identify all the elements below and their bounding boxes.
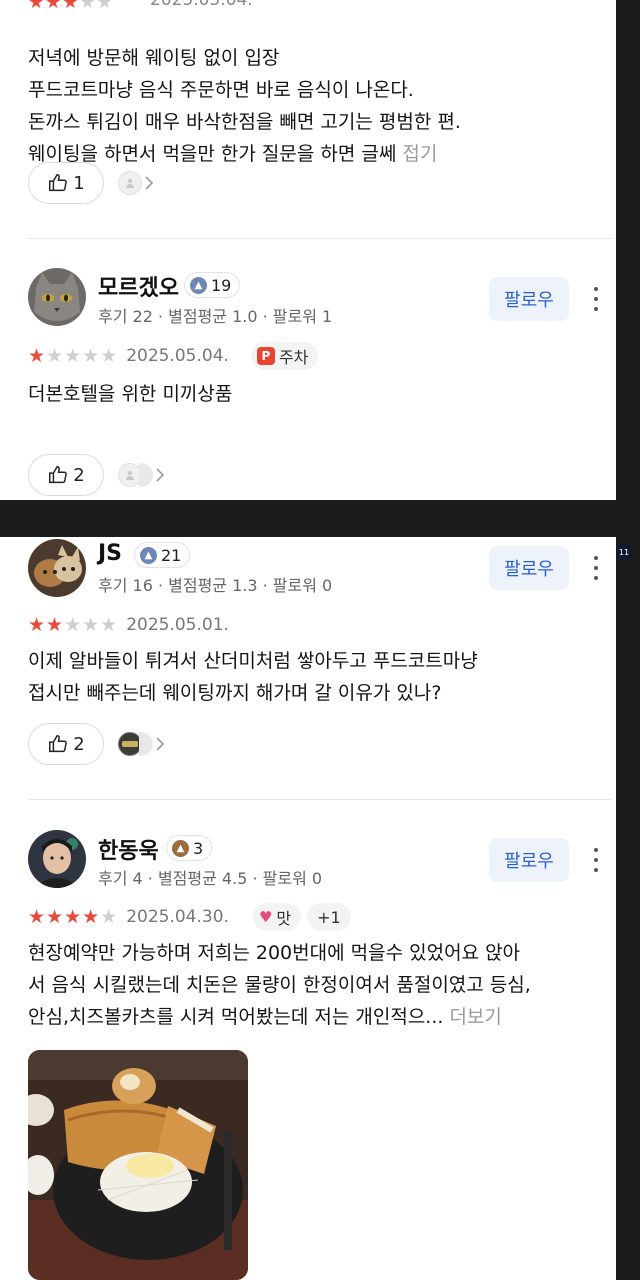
reactor-avatar (139, 732, 153, 756)
review-text: 저녁에 방문해 웨이팅 없이 입장 푸드코트마냥 음식 주문하면 바로 음식이 … (28, 47, 461, 165)
rating-stars: ★★★★★ (28, 0, 114, 13)
like-count: 2 (73, 733, 85, 755)
heart-icon: ♥ (258, 908, 273, 926)
chevron-right-icon (142, 171, 156, 195)
level-value: 19 (211, 275, 232, 295)
level-icon: ▲ (172, 839, 189, 857)
user-meta: 후기 4 · 별점평균 4.5 · 팔로워 0 (98, 869, 323, 888)
review-photo[interactable] (28, 1050, 248, 1280)
level-badge: ▲ 3 (166, 835, 213, 861)
more-link[interactable]: 더보기 (449, 1006, 501, 1028)
tag-label: 주차 (278, 348, 309, 367)
rating-stars: ★★★★★ (28, 614, 119, 636)
follow-button[interactable]: 팔로우 (489, 838, 569, 882)
review-date: 2025.05.04. (126, 346, 229, 366)
divider (28, 238, 612, 239)
reactor-avatar (139, 463, 153, 487)
parking-icon: P (256, 347, 275, 365)
more-options-icon[interactable] (586, 553, 606, 583)
like-button[interactable]: 2 (28, 723, 104, 765)
level-value: 3 (193, 838, 204, 858)
avatar[interactable] (28, 830, 86, 888)
user-name[interactable]: JS (98, 541, 122, 566)
more-options-icon[interactable] (586, 284, 606, 314)
rating-row: ★★★★★ 2025.04.30. ♥ 맛 +1 (28, 903, 351, 931)
chevron-right-icon (153, 463, 167, 487)
like-count: 1 (73, 172, 85, 194)
reactors-button[interactable] (118, 729, 167, 759)
like-count: 2 (73, 464, 85, 486)
level-badge: ▲ 19 (184, 272, 241, 298)
thumbs-up-icon (49, 174, 68, 192)
chevron-right-icon (153, 732, 167, 756)
follow-button[interactable]: 팔로우 (489, 546, 569, 590)
fold-link[interactable]: 접기 (402, 143, 437, 165)
review-panel-bottom: JS ▲ 21 후기 16 · 별점평균 1.3 · 팔로워 0 팔로우 ★★★… (0, 537, 616, 1280)
follow-button[interactable]: 팔로우 (489, 277, 569, 321)
reactors-button[interactable] (118, 460, 167, 490)
rating-row: ★★★★★ 2025.05.04. P 주차 (28, 342, 319, 370)
level-icon: ▲ (190, 276, 207, 294)
like-button[interactable]: 1 (28, 162, 104, 204)
level-icon: ▲ (140, 546, 157, 564)
avatar[interactable] (28, 539, 86, 597)
divider (28, 799, 612, 800)
review-date: 2025.04.30. (126, 907, 229, 927)
avatar[interactable] (28, 268, 86, 326)
review-text: 이제 알바들이 튀겨서 산더미처럼 쌓아두고 푸드코트마냥 접시만 빼주는데 웨… (28, 650, 478, 704)
tag-more[interactable]: +1 (307, 903, 351, 931)
user-name[interactable]: 한동욱 (98, 833, 159, 865)
thumbs-up-icon (49, 466, 68, 484)
thumbs-up-icon (49, 735, 68, 753)
level-value: 21 (161, 545, 182, 565)
rating-stars: ★★★★★ (28, 906, 119, 928)
tag-parking: P 주차 (250, 342, 319, 370)
review-text: 더본호텔을 위한 미끼상품 (28, 383, 233, 405)
user-avatar-icon (118, 171, 142, 195)
rating-row: ★★★★★ 2025.05.01. (28, 611, 229, 639)
tag-label: 맛 (276, 909, 292, 928)
review-panel-top: ★★★★★ 2025.05.04. 저녁에 방문해 웨이팅 없이 입장 푸드코트… (0, 0, 616, 500)
user-meta: 후기 16 · 별점평균 1.3 · 팔로워 0 (98, 576, 333, 595)
more-options-icon[interactable] (586, 845, 606, 875)
rating-stars: ★★★★★ (28, 345, 119, 367)
tag-taste: ♥ 맛 (252, 903, 302, 931)
review-date: 2025.05.01. (126, 615, 229, 635)
review-text: 현장예약만 가능하며 저희는 200번대에 먹을수 있었어요 앉아 서 음식 시… (28, 942, 531, 1028)
like-button[interactable]: 2 (28, 454, 104, 496)
reactors-button[interactable] (118, 168, 156, 198)
user-meta: 후기 22 · 별점평균 1.0 · 팔로워 1 (98, 307, 333, 326)
page-badge: 11 (616, 545, 632, 559)
review-date: 2025.05.04. (150, 0, 253, 10)
level-badge: ▲ 21 (134, 542, 191, 568)
user-name[interactable]: 모르겠오 (98, 270, 179, 302)
